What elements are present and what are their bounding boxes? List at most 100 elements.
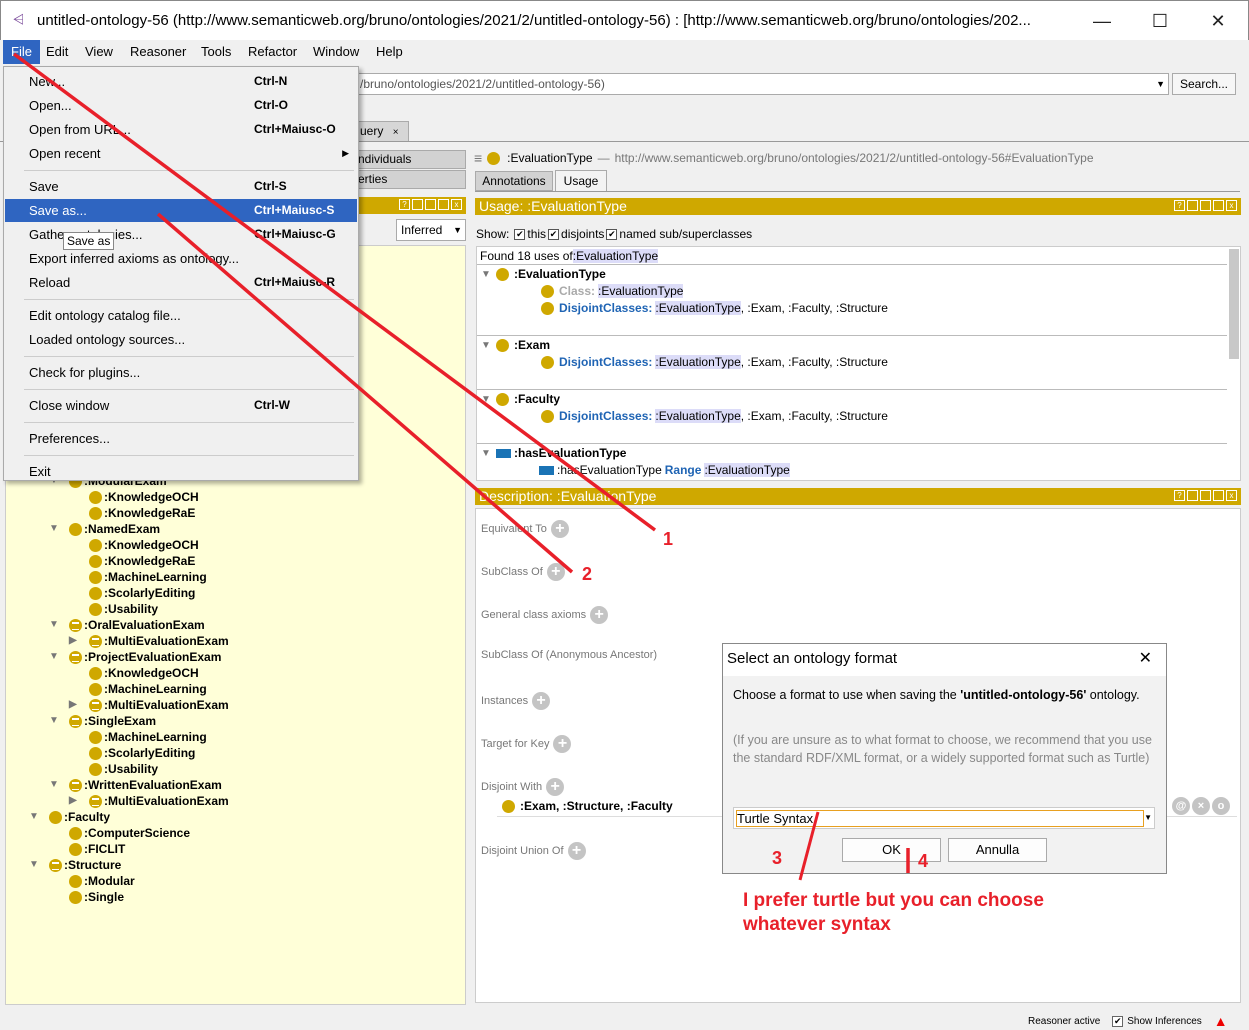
usage-axiom[interactable]: DisjointClasses::EvaluationType, :Exam, …: [541, 355, 888, 369]
add-icon[interactable]: +: [546, 778, 565, 796]
ontology-iri-combo[interactable]: /bruno/ontologies/2021/2/untitled-ontolo…: [355, 73, 1169, 95]
help-icon[interactable]: ?: [1174, 200, 1185, 211]
tree-node[interactable]: ▶:MultiEvaluationExam: [69, 633, 229, 649]
usage-list[interactable]: Found 18 uses of :EvaluationType ▼:Evalu…: [476, 246, 1241, 481]
inferred-select[interactable]: Inferred ▼: [396, 219, 466, 241]
tree-node[interactable]: :Usability: [89, 761, 158, 777]
tree-node[interactable]: ▼:SingleExam: [49, 713, 156, 729]
tree-node[interactable]: :Single: [69, 889, 124, 905]
tree-node[interactable]: :MachineLearning: [89, 729, 207, 745]
menu-help[interactable]: Help: [368, 40, 411, 64]
menu-reasoner[interactable]: Reasoner: [122, 40, 194, 64]
tree-node[interactable]: :KnowledgeOCH: [89, 489, 199, 505]
usage-axiom[interactable]: :hasEvaluationType Range:EvaluationType: [539, 463, 790, 477]
format-select[interactable]: Turtle Syntax ▼: [733, 807, 1155, 829]
menu-item[interactable]: Save as... Ctrl+Maiusc-S: [5, 199, 357, 222]
hamburger-menu-icon[interactable]: ≡: [474, 150, 482, 166]
dialog-close-button[interactable]: ✕: [1139, 644, 1152, 674]
warning-icon[interactable]: ▲: [1214, 1013, 1228, 1029]
tree-node[interactable]: :Usability: [89, 601, 158, 617]
maximize-view-icon[interactable]: [438, 199, 449, 210]
tree-node[interactable]: :ScolarlyEditing: [89, 745, 195, 761]
tree-node[interactable]: ▼:ProjectEvaluationExam: [49, 649, 221, 665]
menu-item[interactable]: Reload Ctrl+Maiusc-R: [5, 271, 357, 294]
close-view-icon[interactable]: x: [451, 199, 462, 210]
usage-axiom[interactable]: DisjointClasses::EvaluationType, :Exam, …: [541, 409, 888, 423]
tab-annotations[interactable]: Annotations: [475, 171, 553, 191]
menu-tools[interactable]: Tools: [193, 40, 239, 64]
menu-item[interactable]: Save Ctrl-S: [5, 175, 357, 198]
tree-node[interactable]: ▼:Faculty: [29, 809, 110, 825]
menu-item[interactable]: Open... Ctrl-O: [5, 94, 357, 117]
split-icon[interactable]: [412, 199, 423, 210]
tree-node[interactable]: ▼:NamedExam: [49, 521, 160, 537]
menu-refactor[interactable]: Refactor: [240, 40, 305, 64]
close-view-icon[interactable]: x: [1226, 490, 1237, 501]
tab-dl-query[interactable]: uery ×: [355, 121, 409, 142]
menu-edit[interactable]: Edit: [38, 40, 76, 64]
expanded-triangle-icon[interactable]: ▼: [49, 521, 61, 537]
maximize-button[interactable]: ☐: [1137, 7, 1183, 35]
help-icon[interactable]: ?: [399, 199, 410, 210]
disjoint-with-value[interactable]: :Exam, :Structure, :Faculty: [502, 799, 673, 813]
this-checkbox[interactable]: ✔: [514, 228, 526, 240]
tree-node[interactable]: :KnowledgeRaE: [89, 553, 195, 569]
tree-node[interactable]: ▼:WrittenEvaluationExam: [49, 777, 222, 793]
tree-node[interactable]: :MachineLearning: [89, 569, 207, 585]
tab-individuals[interactable]: ndividuals: [355, 150, 466, 169]
minimize-view-icon[interactable]: [1200, 200, 1211, 211]
search-button[interactable]: Search...: [1172, 73, 1236, 95]
add-icon[interactable]: +: [567, 842, 586, 860]
expanded-triangle-icon[interactable]: ▼: [49, 777, 61, 793]
maximize-view-icon[interactable]: [1213, 490, 1224, 501]
add-icon[interactable]: +: [532, 692, 551, 710]
maximize-view-icon[interactable]: [1213, 200, 1224, 211]
tab-properties[interactable]: erties: [355, 170, 466, 189]
split-icon[interactable]: [1187, 200, 1198, 211]
edit-icon[interactable]: o: [1212, 797, 1230, 815]
annotate-icon[interactable]: @: [1172, 797, 1190, 815]
menu-item[interactable]: Check for plugins...: [5, 361, 357, 384]
show-inferences-checkbox[interactable]: ✔: [1112, 1015, 1124, 1027]
menu-item[interactable]: Export inferred axioms as ontology...: [5, 247, 357, 270]
collapsed-triangle-icon[interactable]: ▶: [69, 633, 81, 649]
scrollbar-thumb[interactable]: [1229, 249, 1239, 359]
menu-item[interactable]: Close window Ctrl-W: [5, 394, 357, 417]
collapsed-triangle-icon[interactable]: ▶: [69, 697, 81, 713]
minimize-button[interactable]: —: [1079, 7, 1125, 35]
add-icon[interactable]: +: [553, 735, 572, 753]
split-icon[interactable]: [1187, 490, 1198, 501]
add-icon[interactable]: +: [590, 606, 609, 624]
expanded-triangle-icon[interactable]: ▼: [49, 713, 61, 729]
expanded-triangle-icon[interactable]: ▼: [481, 269, 493, 280]
tab-usage[interactable]: Usage: [555, 170, 607, 192]
minimize-view-icon[interactable]: [425, 199, 436, 210]
expanded-triangle-icon[interactable]: ▼: [481, 448, 493, 459]
tree-node[interactable]: :MachineLearning: [89, 681, 207, 697]
named-checkbox[interactable]: ✔: [606, 228, 618, 240]
add-icon[interactable]: +: [546, 563, 565, 581]
menu-item[interactable]: Preferences...: [5, 427, 357, 450]
usage-group-header[interactable]: ▼:Faculty: [481, 392, 560, 406]
collapsed-triangle-icon[interactable]: ▶: [69, 793, 81, 809]
menu-window[interactable]: Window: [305, 40, 367, 64]
expanded-triangle-icon[interactable]: ▼: [481, 340, 493, 351]
tree-node[interactable]: ▼:OralEvaluationExam: [49, 617, 205, 633]
menu-item[interactable]: Open recent ▶: [5, 142, 357, 165]
expanded-triangle-icon[interactable]: ▼: [29, 857, 41, 873]
tree-node[interactable]: :KnowledgeOCH: [89, 537, 199, 553]
cancel-button[interactable]: Annulla: [948, 838, 1047, 862]
menu-view[interactable]: View: [77, 40, 121, 64]
usage-axiom[interactable]: DisjointClasses::EvaluationType, :Exam, …: [541, 301, 888, 315]
menu-item[interactable]: Loaded ontology sources...: [5, 328, 357, 351]
expanded-triangle-icon[interactable]: ▼: [29, 809, 41, 825]
tree-node[interactable]: :ScolarlyEditing: [89, 585, 195, 601]
add-icon[interactable]: +: [550, 520, 569, 538]
tree-node[interactable]: :FICLIT: [69, 841, 125, 857]
menu-item[interactable]: Gather ontologies...Ctrl+Maiusc-G: [5, 223, 357, 246]
close-tab-icon[interactable]: ×: [393, 127, 399, 138]
help-icon[interactable]: ?: [1174, 490, 1185, 501]
menu-item[interactable]: New... Ctrl-N: [5, 70, 357, 93]
usage-axiom[interactable]: Class::EvaluationType: [541, 284, 684, 298]
delete-icon[interactable]: ×: [1192, 797, 1210, 815]
